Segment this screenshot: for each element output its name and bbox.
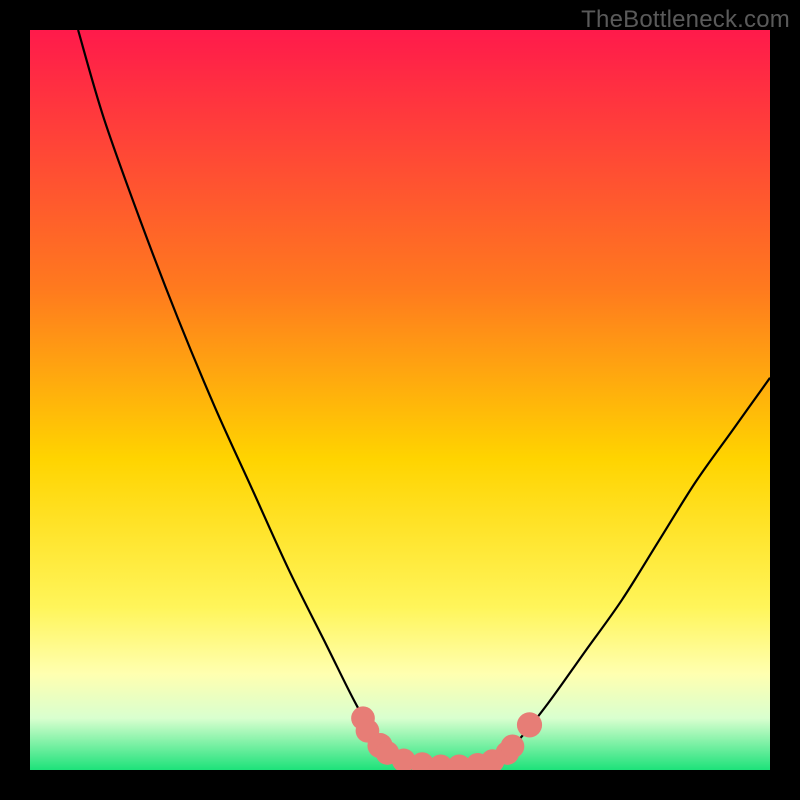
plot-area [30, 30, 770, 770]
watermark-text: TheBottleneck.com [581, 6, 790, 34]
gradient-background [30, 30, 770, 770]
chart-svg [30, 30, 770, 770]
marker-dot [501, 734, 525, 758]
chart-frame: TheBottleneck.com [0, 0, 800, 800]
marker-dot [517, 712, 542, 737]
